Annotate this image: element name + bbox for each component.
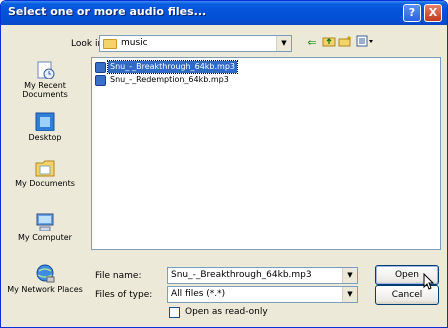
file-type-label: Files of type: bbox=[95, 290, 153, 300]
chevron-down-icon[interactable]: ▼ bbox=[276, 36, 291, 51]
place-network[interactable]: My Network Places bbox=[5, 263, 85, 294]
place-label: My Computer bbox=[18, 233, 72, 242]
views-icon bbox=[356, 35, 373, 47]
network-places-icon bbox=[36, 264, 55, 283]
file-name-value: Snu_-_Breakthrough_64kb.mp3 bbox=[171, 270, 312, 280]
place-label: My Documents bbox=[15, 179, 75, 188]
my-documents-icon bbox=[35, 160, 55, 177]
place-recent-documents[interactable]: My Recent Documents bbox=[5, 59, 85, 99]
chevron-down-icon[interactable]: ▼ bbox=[342, 287, 357, 302]
read-only-checkbox[interactable] bbox=[169, 307, 180, 318]
place-my-documents[interactable]: My Documents bbox=[5, 157, 85, 188]
close-button[interactable]: X bbox=[424, 4, 442, 22]
places-bar: My Recent Documents Desktop My Documents… bbox=[5, 57, 85, 321]
file-list[interactable]: Snu_-_Breakthrough_64kb.mp3 Snu_-_Redemp… bbox=[91, 57, 441, 250]
up-folder-icon bbox=[322, 37, 336, 47]
recent-documents-icon bbox=[37, 61, 55, 79]
look-in-combo[interactable]: music ▼ bbox=[99, 35, 292, 52]
file-type-select[interactable]: All files (*.*) ▼ bbox=[167, 286, 358, 303]
folder-icon bbox=[103, 39, 117, 49]
file-name-input[interactable]: Snu_-_Breakthrough_64kb.mp3 ▼ bbox=[167, 267, 358, 284]
new-folder-button[interactable] bbox=[337, 35, 353, 52]
open-file-dialog: Select one or more audio files... ? X Lo… bbox=[0, 0, 448, 328]
back-button[interactable]: ⇐ bbox=[304, 35, 320, 52]
place-label: My Recent Documents bbox=[22, 81, 68, 99]
mouse-pointer-icon bbox=[423, 273, 435, 290]
up-folder-button[interactable] bbox=[321, 35, 337, 52]
my-computer-icon bbox=[36, 213, 54, 231]
views-menu-button[interactable] bbox=[355, 35, 375, 52]
title-bar[interactable]: Select one or more audio files... ? X bbox=[1, 1, 447, 25]
dialog-title: Select one or more audio files... bbox=[8, 5, 207, 18]
chevron-down-icon[interactable]: ▼ bbox=[342, 268, 357, 283]
read-only-label: Open as read-only bbox=[185, 307, 268, 317]
new-folder-icon bbox=[338, 36, 351, 47]
place-label: My Network Places bbox=[7, 285, 83, 294]
desktop-icon bbox=[35, 112, 55, 131]
file-type-value: All files (*.*) bbox=[171, 289, 226, 299]
file-name: Snu_-_Breakthrough_64kb.mp3 bbox=[107, 60, 238, 74]
place-label: Desktop bbox=[28, 133, 62, 142]
look-in-value: music bbox=[121, 38, 148, 48]
help-button[interactable]: ? bbox=[403, 4, 421, 22]
audio-file-icon bbox=[95, 62, 106, 73]
audio-file-icon bbox=[95, 75, 106, 86]
file-name: Snu_-_Redemption_64kb.mp3 bbox=[110, 75, 229, 84]
place-desktop[interactable]: Desktop bbox=[5, 111, 85, 142]
file-name-label: File name: bbox=[95, 271, 142, 281]
place-my-computer[interactable]: My Computer bbox=[5, 211, 85, 242]
